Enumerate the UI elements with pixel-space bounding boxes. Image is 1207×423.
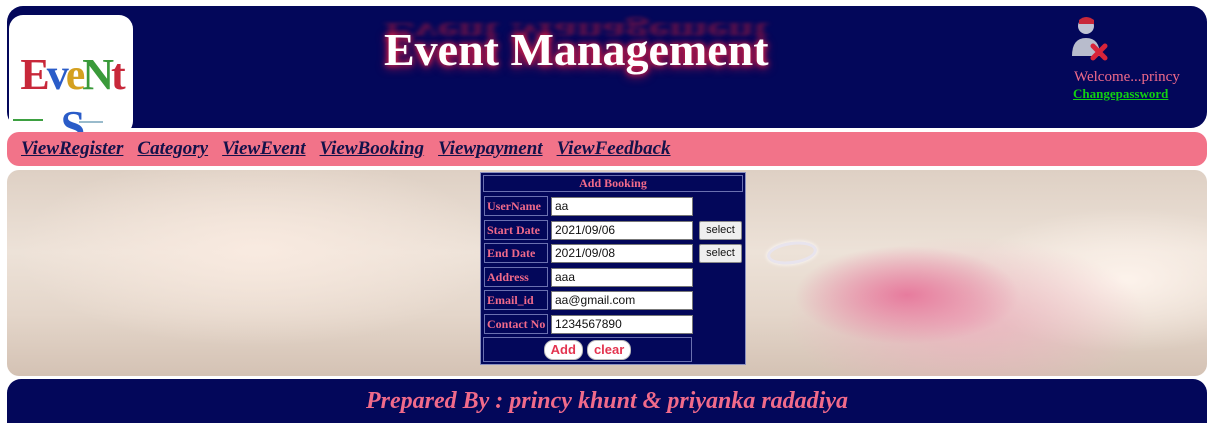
nav-view-register[interactable]: ViewRegister — [21, 138, 123, 160]
user-remove-icon — [1072, 17, 1108, 61]
username-label: UserName — [484, 196, 548, 216]
start-date-select-button[interactable]: select — [699, 220, 742, 240]
clear-button[interactable]: clear — [586, 339, 632, 360]
main-nav: ViewRegister Category ViewEvent ViewBook… — [7, 132, 1207, 166]
end-date-label: End Date — [484, 243, 548, 263]
email-label: Email_id — [484, 290, 548, 310]
form-row-start-date: Start Date 2021/09/06 select — [483, 218, 743, 242]
form-row-username: UserName aa — [483, 194, 743, 218]
end-date-select-button[interactable]: select — [699, 244, 742, 263]
header-bar: EveNtS Event Management Event Management… — [7, 6, 1207, 135]
change-password-link[interactable]: Changepassword — [1073, 86, 1168, 102]
form-row-email: Email_id aa@gmail.com — [483, 288, 743, 312]
email-input[interactable]: aa@gmail.com — [551, 291, 693, 310]
nav-view-event[interactable]: ViewEvent — [222, 138, 305, 160]
form-row-address: Address aaa — [483, 265, 743, 289]
start-date-label: Start Date — [484, 219, 548, 240]
footer-credit: Prepared By : princy khunt & priyanka ra… — [365, 388, 848, 414]
address-input[interactable]: aaa — [551, 267, 693, 287]
nav-view-payment[interactable]: Viewpayment — [438, 138, 543, 160]
footer-bar: Prepared By : princy khunt & priyanka ra… — [7, 379, 1207, 423]
address-label: Address — [484, 266, 548, 287]
start-date-input[interactable]: 2021/09/06 — [551, 220, 693, 240]
username-input[interactable]: aa — [551, 197, 693, 216]
add-button[interactable]: Add — [543, 339, 583, 360]
end-date-input[interactable]: 2021/09/08 — [551, 244, 693, 263]
ring-decoration — [765, 238, 819, 268]
contact-label: Contact No — [484, 313, 548, 334]
nav-view-booking[interactable]: ViewBooking — [320, 138, 425, 160]
add-booking-form: Add Booking UserName aa Start Date 2021/… — [480, 172, 746, 365]
form-row-contact: Contact No 1234567890 — [483, 312, 743, 336]
welcome-text: Welcome...princy — [1074, 69, 1180, 85]
logo-text: EveNtS — [20, 50, 125, 135]
nav-category[interactable]: Category — [137, 138, 208, 160]
nav-view-feedback[interactable]: ViewFeedback — [557, 138, 671, 160]
contact-input[interactable]: 1234567890 — [551, 314, 693, 334]
page-title: Event Management — [384, 24, 769, 75]
form-title: Add Booking — [483, 175, 743, 192]
form-actions: Add clear — [483, 337, 692, 362]
form-row-end-date: End Date 2021/09/08 select — [483, 241, 743, 265]
events-logo: EveNtS — [9, 15, 133, 135]
